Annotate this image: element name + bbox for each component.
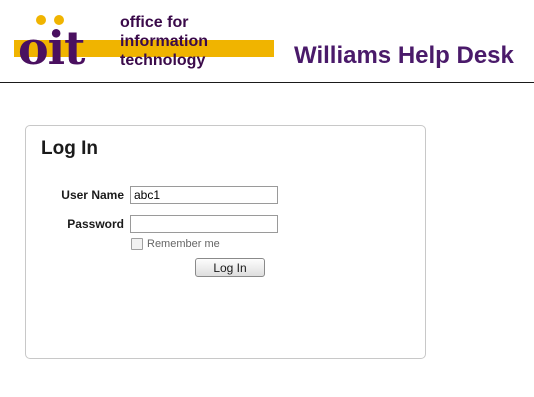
logo-letters: oit <box>18 21 85 75</box>
oit-logo: oit office for information technology <box>14 13 276 77</box>
login-title: Log In <box>41 138 98 159</box>
remember-me-label[interactable]: Remember me <box>147 238 220 250</box>
login-panel: Log In User Name Password Remember me Lo… <box>25 125 426 359</box>
password-label: Password <box>67 217 124 231</box>
logo-word-3: technology <box>120 52 206 69</box>
site-title: Williams Help Desk <box>294 42 514 69</box>
username-input[interactable] <box>130 186 278 204</box>
header: oit office for information technology Wi… <box>0 0 534 83</box>
logo-word-2: information <box>120 33 208 50</box>
page: oit office for information technology Wi… <box>0 0 534 397</box>
username-label: User Name <box>61 188 124 202</box>
logo-word-1: office for <box>120 14 189 31</box>
login-button[interactable]: Log In <box>195 258 265 277</box>
password-input[interactable] <box>130 215 278 233</box>
remember-me-checkbox[interactable] <box>131 238 143 250</box>
logo-words: office for information technology <box>120 13 208 70</box>
